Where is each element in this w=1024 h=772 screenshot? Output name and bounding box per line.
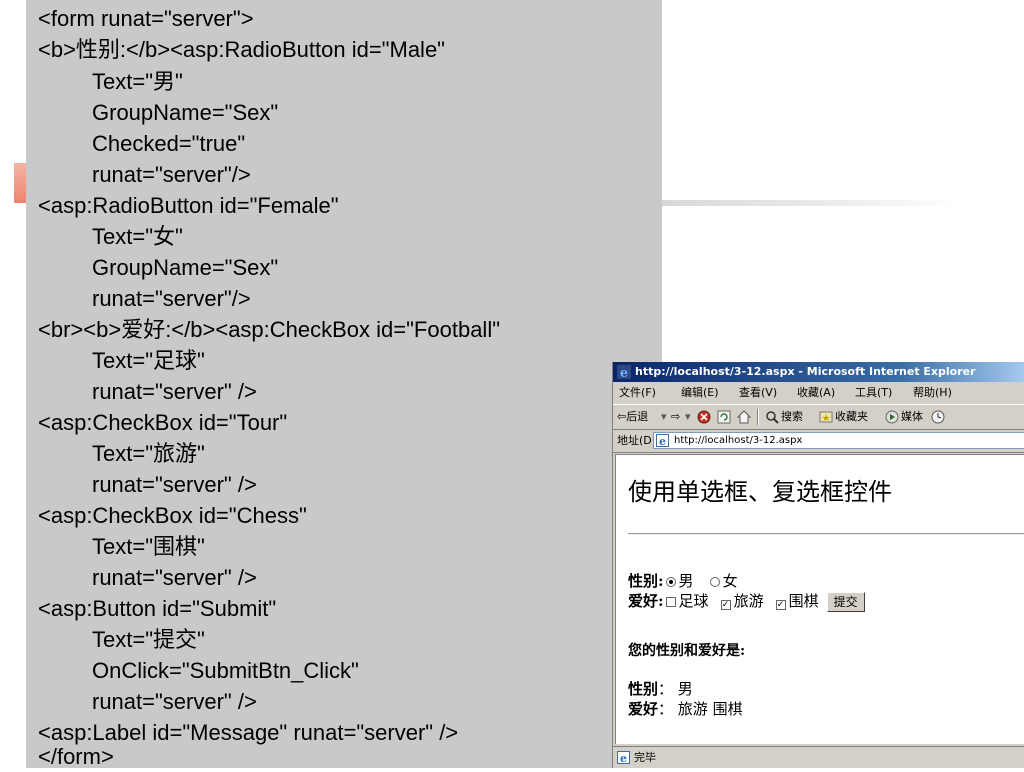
tour-checkbox-label[interactable]: 旅游 <box>734 592 764 610</box>
menu-view[interactable]: 查看(V) <box>739 384 777 402</box>
result-hobby-label: 爱好 <box>628 700 659 718</box>
result-gender-value: 男 <box>677 680 693 698</box>
media-button-label[interactable]: 媒体 <box>901 405 923 429</box>
search-icon[interactable] <box>765 410 779 424</box>
code-line: Text="足球" <box>92 348 205 373</box>
toolbar: ⇦后退 ▾ ⇨ ▾ 搜索 收藏夹 媒体 <box>613 404 1024 430</box>
title-bar[interactable]: e http://localhost/3-12.aspx - Microsoft… <box>613 362 1024 382</box>
address-input[interactable]: e http://localhost/3-12.aspx <box>653 432 1024 449</box>
horizontal-rule <box>628 533 1024 535</box>
female-radio[interactable] <box>709 577 720 587</box>
code-line: Text="围棋" <box>92 534 205 559</box>
menu-tools[interactable]: 工具(T) <box>855 384 892 402</box>
chess-checkbox[interactable]: ✓ <box>775 600 786 610</box>
page-icon: e <box>656 434 669 447</box>
status-bar: e 完毕 <box>613 746 1024 769</box>
result-hobby-value: 旅游 围棋 <box>677 700 743 718</box>
code-line: <asp:RadioButton id="Female" <box>38 193 339 218</box>
window-title: http://localhost/3-12.aspx - Microsoft I… <box>635 365 976 378</box>
refresh-icon[interactable] <box>717 410 731 424</box>
address-label: 地址(D) <box>617 434 657 447</box>
code-line: GroupName="Sex" <box>92 100 279 125</box>
menu-edit[interactable]: 编辑(E) <box>681 384 719 402</box>
football-checkbox-label[interactable]: 足球 <box>679 592 709 610</box>
code-line: runat="server"/> <box>92 286 251 311</box>
page-content: 使用单选框、复选框控件 性别: 男女 爱好: 足球 ✓ 旅游 ✓ 围棋 提交 您的性别和爱好是… <box>615 454 1024 744</box>
forward-dropdown-icon[interactable]: ▾ <box>685 405 691 429</box>
code-line: <asp:CheckBox id="Tour" <box>38 410 288 435</box>
decorative-divider <box>660 200 960 206</box>
code-line: <br><b>爱好:</b><asp:CheckBox id="Football… <box>38 317 501 342</box>
code-line: runat="server"/> <box>92 162 251 187</box>
male-radio[interactable] <box>665 577 676 587</box>
menu-help[interactable]: 帮助(H) <box>913 384 952 402</box>
result-hobby-row: 爱好： 旅游 围棋 <box>628 700 743 718</box>
code-line: Checked="true" <box>92 131 246 156</box>
forward-button[interactable]: ⇨ <box>671 405 680 429</box>
hobby-row: 爱好: 足球 ✓ 旅游 ✓ 围棋 提交 <box>628 591 865 612</box>
result-heading: 您的性别和爱好是: <box>628 643 746 659</box>
code-line: OnClick="SubmitBtn_Click" <box>92 658 359 683</box>
code-line: GroupName="Sex" <box>92 255 279 280</box>
page-title: 使用单选框、复选框控件 <box>628 478 892 506</box>
result-gender-label: 性别 <box>628 680 659 698</box>
stop-icon[interactable] <box>697 410 711 424</box>
svg-text:e: e <box>620 752 627 764</box>
gender-label: 性别: <box>628 572 664 590</box>
menu-bar: 文件(F) 编辑(E) 查看(V) 收藏(A) 工具(T) 帮助(H) <box>613 384 1024 402</box>
svg-text:e: e <box>659 435 666 447</box>
hobby-label: 爱好: <box>628 592 664 610</box>
football-checkbox[interactable] <box>665 597 676 607</box>
history-icon[interactable] <box>931 410 945 424</box>
media-icon[interactable] <box>885 410 899 424</box>
browser-window: e http://localhost/3-12.aspx - Microsoft… <box>612 362 1024 768</box>
ie-logo-icon: e <box>617 365 631 379</box>
code-line: runat="server" /> <box>92 565 257 590</box>
code-line: runat="server" /> <box>92 689 257 714</box>
chess-checkbox-label[interactable]: 围棋 <box>789 592 819 610</box>
code-line: Text="女" <box>92 224 183 249</box>
favorites-button-label[interactable]: 收藏夹 <box>835 405 868 429</box>
menu-file[interactable]: 文件(F) <box>619 384 656 402</box>
code-line: Text="提交" <box>92 627 205 652</box>
submit-button[interactable]: 提交 <box>826 592 865 612</box>
svg-text:e: e <box>620 366 628 379</box>
back-dropdown-icon[interactable]: ▾ <box>661 405 667 429</box>
toolbar-separator <box>757 409 759 425</box>
result-gender-row: 性别： 男 <box>628 680 693 698</box>
status-text: 完毕 <box>634 751 656 764</box>
code-line: runat="server" /> <box>92 472 257 497</box>
code-line: <asp:Button id="Submit" <box>38 596 277 621</box>
code-line: <b>性别:</b><asp:RadioButton id="Male" <box>38 37 445 62</box>
status-page-icon: e <box>617 751 630 764</box>
code-line: runat="server" /> <box>92 379 257 404</box>
female-radio-label[interactable]: 女 <box>723 572 738 590</box>
code-panel: <form runat="server"> <b>性别:</b><asp:Rad… <box>26 0 662 769</box>
gender-row: 性别: 男 女 <box>628 571 738 591</box>
code-line: Text="旅游" <box>92 441 205 466</box>
address-bar: 地址(D) e http://localhost/3-12.aspx <box>613 430 1024 453</box>
home-icon[interactable] <box>737 410 751 424</box>
address-url: http://localhost/3-12.aspx <box>674 435 803 446</box>
tour-checkbox[interactable]: ✓ <box>720 600 731 610</box>
code-line: <form runat="server"> <box>38 6 254 31</box>
male-radio-label[interactable]: 男 <box>679 572 694 590</box>
back-button[interactable]: ⇦后退 <box>617 405 648 429</box>
code-line: Text="男" <box>92 69 183 94</box>
search-button-label[interactable]: 搜索 <box>781 405 803 429</box>
code-line: <asp:CheckBox id="Chess" <box>38 503 307 528</box>
menu-favorites[interactable]: 收藏(A) <box>797 384 835 402</box>
favorites-icon[interactable] <box>819 410 833 424</box>
